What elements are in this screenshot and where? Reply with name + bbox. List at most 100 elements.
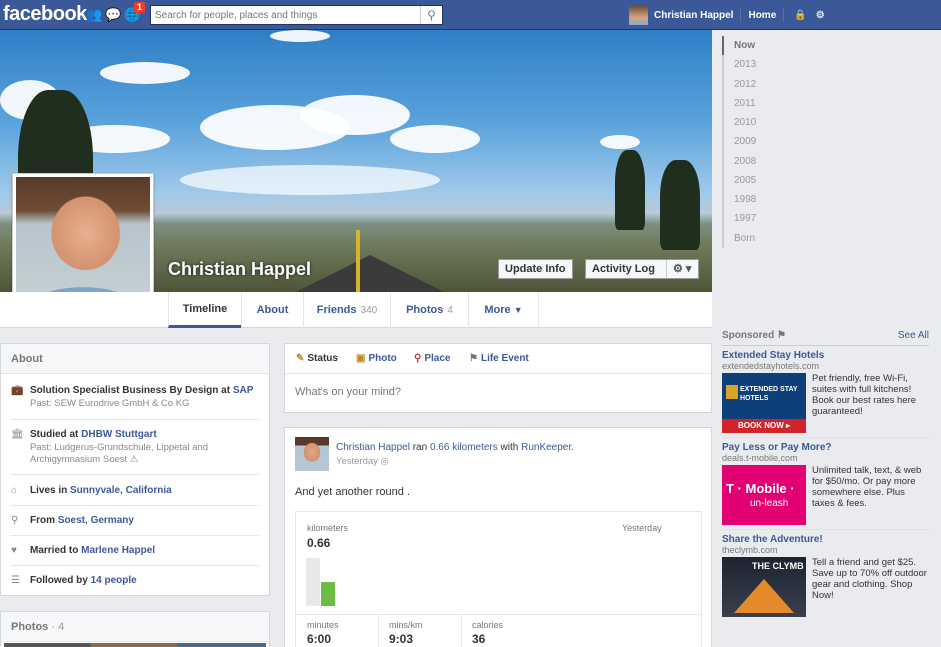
- camera-icon: ▣: [356, 353, 366, 364]
- ad-domain: deals.t-mobile.com: [722, 453, 798, 463]
- settings-dropdown-icon[interactable]: ⚙ ▾: [666, 260, 691, 278]
- messages-icon[interactable]: 💬: [105, 7, 121, 23]
- tab-timeline[interactable]: Timeline: [168, 292, 241, 328]
- year-link[interactable]: 2009: [722, 132, 756, 152]
- year-link[interactable]: 1997: [722, 209, 756, 229]
- avatar[interactable]: [295, 437, 329, 471]
- year-link[interactable]: Now: [722, 36, 756, 56]
- rss-icon: ☰: [11, 575, 20, 586]
- friend-requests-icon[interactable]: 👥: [86, 7, 102, 23]
- tab-place[interactable]: ⚲ Place: [414, 353, 450, 364]
- year-link[interactable]: 2011: [722, 93, 756, 113]
- notifications-badge: 1: [134, 2, 146, 13]
- spouse-link[interactable]: Marlene Happel: [81, 545, 155, 556]
- year-link[interactable]: 2008: [722, 151, 756, 171]
- avatar[interactable]: [629, 5, 648, 25]
- globe-icon: ◎: [380, 456, 389, 467]
- education-item: 🏛 Studied at DHBW Stuttgart Past: Ludger…: [11, 429, 259, 466]
- ad-item[interactable]: Share the Adventure! theclymb.com THE CL…: [722, 534, 929, 621]
- stat-value: 36: [472, 632, 486, 646]
- photos-title[interactable]: Photos · 4: [1, 612, 269, 642]
- facebook-logo[interactable]: facebook: [3, 3, 87, 26]
- year-link[interactable]: 2012: [722, 74, 756, 94]
- update-info-button[interactable]: Update Info: [498, 259, 573, 279]
- tab-life-event[interactable]: ⚑ Life Event: [469, 353, 529, 364]
- flag-icon: ⚑: [469, 353, 478, 364]
- see-all-link[interactable]: See All: [898, 330, 929, 345]
- briefcase-icon: 💼: [11, 385, 24, 396]
- metric-label: kilometers: [307, 523, 349, 533]
- year-link[interactable]: 1998: [722, 190, 756, 210]
- home-link[interactable]: Home: [748, 10, 776, 21]
- followers-link[interactable]: 14 people: [91, 575, 137, 586]
- status-input[interactable]: What's on your mind?: [285, 374, 711, 410]
- ad-item[interactable]: Pay Less or Pay More? deals.t-mobile.com…: [722, 442, 929, 530]
- runkeeper-card[interactable]: kilometers 0.66 Yesterday minutes 6:00 m…: [295, 511, 702, 647]
- top-bar: facebook 👥 💬 🌐 1 ⚲ Christian Happel Home…: [0, 0, 941, 30]
- stat-label: calories: [472, 620, 504, 630]
- composer: ✎ Status ▣ Photo ⚲ Place ⚑ Life Event What's…: [284, 343, 712, 413]
- year-link[interactable]: 2013: [722, 55, 756, 75]
- activity-log-label: Activity Log: [592, 263, 655, 275]
- from-item: ⚲ From Soest, Germany: [11, 515, 134, 526]
- tab-about[interactable]: About: [241, 292, 303, 328]
- location-pin-icon: ⚲: [11, 515, 19, 526]
- search-input[interactable]: [151, 6, 419, 24]
- lives-link[interactable]: Sunnyvale, California: [70, 485, 172, 496]
- gear-icon[interactable]: ⚙: [816, 10, 825, 21]
- followers-item: ☰ Followed by 14 people: [11, 575, 137, 586]
- profile-name[interactable]: Christian Happel: [168, 259, 311, 280]
- ad-domain: extendedstayhotels.com: [722, 361, 820, 371]
- year-link[interactable]: 2010: [722, 113, 756, 133]
- tab-photos[interactable]: Photos 4: [390, 292, 468, 328]
- tab-friends[interactable]: Friends 340: [303, 292, 390, 328]
- year-link[interactable]: 2005: [722, 170, 756, 190]
- search-icon[interactable]: ⚲: [420, 6, 442, 24]
- work-past: Past: SEW Eurodrive GmbH & Co KG: [30, 398, 190, 409]
- ad-text: Tell a friend and get $25. Save up to 70…: [812, 557, 927, 601]
- about-title[interactable]: About: [1, 344, 269, 374]
- work-item: 💼 Solution Specialist Business By Design…: [11, 385, 259, 410]
- warning-icon: ⚠: [129, 454, 139, 465]
- ad-image[interactable]: THE CLYMB: [722, 557, 806, 617]
- year-link[interactable]: Born: [722, 228, 756, 248]
- chevron-down-icon: ▼: [513, 305, 523, 315]
- stat-label: minutes: [307, 620, 339, 630]
- activity-log-button[interactable]: Activity Log ⚙ ▾: [585, 259, 699, 279]
- stat-label: mins/km: [389, 620, 423, 630]
- ad-domain: theclymb.com: [722, 545, 778, 555]
- location-pin-icon: ⚲: [414, 353, 422, 364]
- school-link[interactable]: DHBW Stuttgart: [81, 429, 157, 440]
- employer-link[interactable]: SAP: [233, 385, 254, 396]
- from-link[interactable]: Soest, Germany: [58, 515, 134, 526]
- tab-photo[interactable]: ▣ Photo: [356, 353, 397, 364]
- search-box: ⚲: [150, 5, 443, 25]
- photos-strip[interactable]: [4, 643, 266, 647]
- school-icon: 🏛: [11, 429, 24, 440]
- ad-text: Unlimited talk, text, & web for $50/mo. …: [812, 465, 922, 509]
- app-link[interactable]: RunKeeper.: [521, 442, 574, 453]
- post-time[interactable]: Yesterday ◎: [336, 456, 389, 467]
- stat-value: 9:03: [389, 632, 414, 646]
- ad-title[interactable]: Pay Less or Pay More?: [722, 442, 929, 453]
- distance-bar: [321, 582, 335, 606]
- tab-more[interactable]: More ▼: [468, 292, 539, 328]
- about-box: About 💼 Solution Specialist Business By …: [0, 343, 270, 596]
- ad-title[interactable]: Extended Stay Hotels: [722, 350, 929, 361]
- status-icon: ✎: [296, 353, 305, 364]
- ad-title[interactable]: Share the Adventure!: [722, 534, 929, 545]
- profile-link[interactable]: Christian Happel: [654, 10, 733, 21]
- author-link[interactable]: Christian Happel: [336, 442, 410, 453]
- ad-image[interactable]: T · Mobile · un-leash: [722, 465, 806, 525]
- ad-item[interactable]: Extended Stay Hotels extendedstayhotels.…: [722, 350, 929, 438]
- timeline-nav: Timeline About Friends 340 Photos 4 More ▼: [0, 292, 712, 328]
- ad-image[interactable]: EXTENDED STAY HOTELS BOOK NOW ▸: [722, 373, 806, 433]
- post-message: And yet another round .: [295, 486, 410, 498]
- ad-icon: ⚑: [777, 330, 786, 341]
- privacy-shortcuts-icon[interactable]: 🔒: [794, 10, 806, 21]
- tab-status[interactable]: ✎ Status: [296, 353, 338, 364]
- relationship-item: ♥ Married to Marlene Happel: [11, 545, 156, 556]
- sponsored-title: Sponsored ⚑: [722, 330, 786, 341]
- distance-link[interactable]: 0.66 kilometers: [430, 442, 498, 453]
- photos-box: Photos · 4: [0, 611, 270, 647]
